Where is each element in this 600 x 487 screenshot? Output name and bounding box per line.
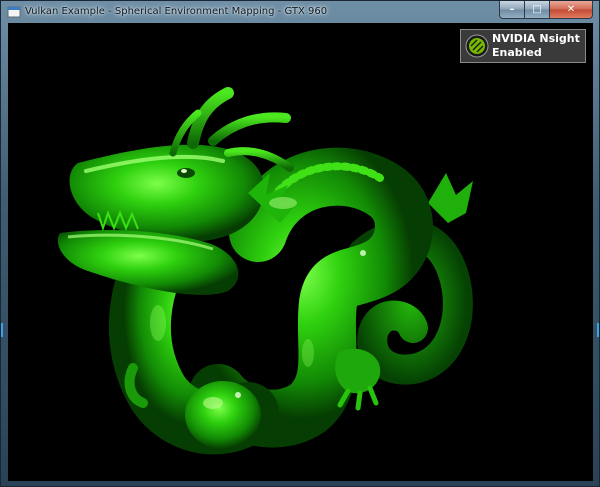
- minimize-button[interactable]: –: [499, 1, 525, 19]
- caption-buttons: – □ ✕: [499, 1, 593, 19]
- nsight-line-1: NVIDIA Nsight: [492, 32, 580, 45]
- application-window: Vulkan Example - Spherical Environment M…: [0, 0, 600, 487]
- left-edge-indicator: [1, 323, 3, 337]
- nvidia-logo-icon: [465, 34, 489, 58]
- window-title: Vulkan Example - Spherical Environment M…: [25, 6, 328, 17]
- dragon-model: [57, 87, 473, 455]
- maximize-button[interactable]: □: [525, 1, 550, 19]
- close-button[interactable]: ✕: [550, 1, 593, 19]
- nsight-line-2: Enabled: [492, 46, 542, 59]
- app-icon: [7, 6, 21, 18]
- render-viewport[interactable]: NVIDIA Nsight Enabled: [8, 23, 593, 481]
- minimize-icon: –: [509, 4, 515, 15]
- nsight-overlay: NVIDIA Nsight Enabled: [460, 29, 586, 63]
- close-icon: ✕: [566, 4, 576, 15]
- right-edge-indicator: [597, 323, 599, 337]
- title-bar[interactable]: Vulkan Example - Spherical Environment M…: [1, 1, 599, 23]
- maximize-icon: □: [532, 4, 542, 15]
- nsight-status-text: NVIDIA Nsight Enabled: [492, 32, 586, 60]
